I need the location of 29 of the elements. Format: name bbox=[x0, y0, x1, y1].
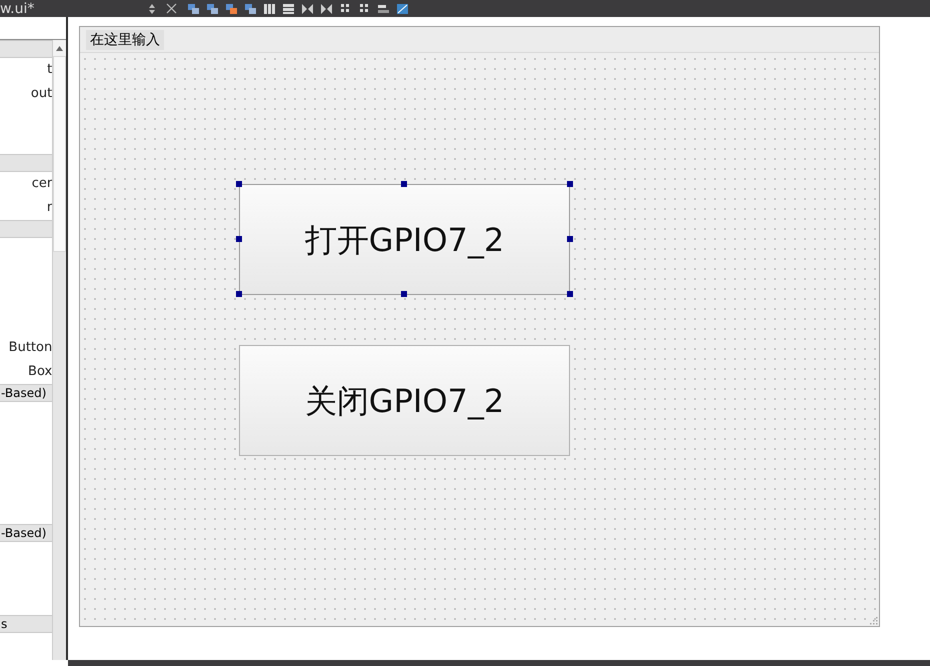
horizontal-layout-icon[interactable] bbox=[263, 2, 276, 14]
widget-item[interactable]: t bbox=[0, 58, 52, 82]
edit-tab-order-icon[interactable] bbox=[244, 2, 257, 14]
splitter-horizontal-icon[interactable] bbox=[301, 2, 314, 14]
widget-item[interactable]: Box bbox=[0, 360, 52, 384]
widget-item[interactable]: cer bbox=[0, 172, 52, 196]
vertical-layout-icon[interactable] bbox=[282, 2, 295, 14]
splitter-vertical-icon[interactable] bbox=[320, 2, 333, 14]
edit-buddies-icon[interactable] bbox=[225, 2, 238, 14]
scrollbar-thumb[interactable] bbox=[53, 56, 66, 252]
resize-grip-icon[interactable] bbox=[870, 617, 878, 625]
form-layout-icon[interactable] bbox=[339, 2, 352, 14]
grid-layout-icon[interactable] bbox=[358, 2, 371, 14]
adjust-size-icon[interactable] bbox=[396, 2, 409, 14]
scroll-up-icon[interactable] bbox=[56, 46, 64, 50]
widget-item[interactable]: r bbox=[0, 196, 52, 220]
category-header[interactable]: s bbox=[0, 616, 8, 632]
edit-signals-icon[interactable] bbox=[206, 2, 219, 14]
break-layout-icon[interactable] bbox=[377, 2, 390, 14]
edit-widgets-icon[interactable] bbox=[187, 2, 200, 14]
spinner-icon[interactable] bbox=[148, 2, 156, 14]
scrollbar[interactable] bbox=[53, 40, 66, 660]
menu-bar-item[interactable]: 在这里输入 bbox=[86, 30, 164, 50]
close-icon[interactable] bbox=[166, 3, 177, 14]
widget-item[interactable]: Button bbox=[0, 336, 52, 360]
push-button[interactable]: 打开GPIO7_2 bbox=[239, 184, 570, 295]
file-tab-title[interactable]: w.ui* bbox=[0, 2, 148, 16]
widget-item[interactable]: out bbox=[0, 82, 52, 106]
push-button[interactable]: 关闭GPIO7_2 bbox=[239, 345, 570, 456]
